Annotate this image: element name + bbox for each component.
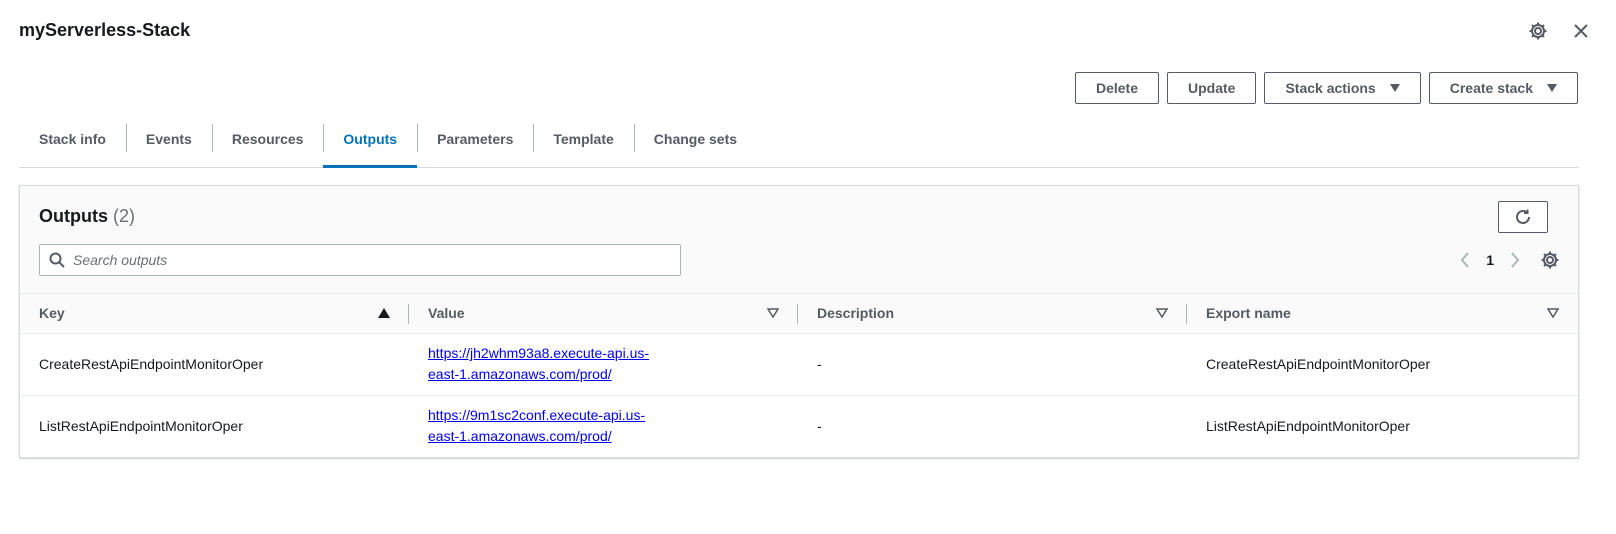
tab-resources[interactable]: Resources [211,120,324,167]
output-key: ListRestApiEndpointMonitorOper [39,418,243,435]
tab-change-sets[interactable]: Change sets [633,120,757,167]
table-row: ListRestApiEndpointMonitorOper https://9… [20,395,1578,457]
column-label: Value [428,305,465,322]
sort-icon [767,308,779,319]
sort-ascending-icon [378,308,390,319]
outputs-count: (2) [113,206,136,226]
column-header-key[interactable]: Key [20,294,409,334]
sort-icon [1156,308,1168,319]
tab-label: Change sets [653,130,738,147]
pagination: 1 [1460,246,1560,274]
tab-stack-info[interactable]: Stack info [19,120,126,167]
tab-label: Outputs [343,130,398,147]
page-title: myServerless-Stack [19,20,191,40]
search-icon [49,252,65,268]
tab-label: Resources [231,130,304,147]
tab-label: Parameters [437,130,514,147]
stack-tabs: Stack info Events Resources Outputs Para… [19,120,1579,168]
tab-outputs[interactable]: Outputs [323,120,417,168]
output-value-cell: https://jh2whm93a8.execute-api.us-east-1… [409,333,798,396]
search-field [39,244,681,276]
create-stack-label: Create stack [1449,80,1533,96]
gear-icon[interactable] [1540,250,1560,270]
outputs-title-text: Outputs [39,206,108,226]
column-label: Export name [1206,305,1291,322]
outputs-table: Key Value Description Export name Create… [20,294,1578,457]
refresh-icon [1516,209,1530,224]
column-header-value[interactable]: Value [409,294,798,334]
output-description: - [817,418,822,435]
outputs-panel: Outputs (2) 1 Key [19,185,1579,458]
tab-label: Stack info [39,130,106,147]
output-export-name: ListRestApiEndpointMonitorOper [1206,418,1410,435]
column-header-export-name[interactable]: Export name [1187,294,1578,334]
tab-label: Template [553,130,614,147]
tab-parameters[interactable]: Parameters [417,120,533,167]
caret-down-icon [1547,84,1557,92]
gear-icon[interactable] [1527,20,1549,42]
output-key: CreateRestApiEndpointMonitorOper [20,333,409,396]
delete-button[interactable]: Delete [1074,72,1159,104]
tab-template[interactable]: Template [533,120,633,167]
output-value-cell: https://9m1sc2conf.execute-api.us-east-1… [409,395,798,457]
update-button[interactable]: Update [1167,72,1257,104]
outputs-title: Outputs (2) [39,206,135,227]
search-input[interactable] [73,252,673,268]
column-header-description[interactable]: Description [798,294,1187,334]
column-label: Key [39,305,65,322]
refresh-button[interactable] [1498,201,1548,233]
table-header-row: Key Value Description Export name [20,294,1578,334]
stack-actions-dropdown[interactable]: Stack actions [1264,72,1421,104]
column-label: Description [817,305,895,322]
output-export-name: CreateRestApiEndpointMonitorOper [1187,333,1578,396]
page-number[interactable]: 1 [1486,252,1494,268]
tab-label: Events [145,130,192,147]
output-value-link[interactable]: https://jh2whm93a8.execute-api.us-east-1… [428,343,668,385]
chevron-left-icon[interactable] [1460,252,1470,268]
output-value-link[interactable]: https://9m1sc2conf.execute-api.us-east-1… [428,405,668,447]
close-icon[interactable] [1570,20,1592,42]
update-button-label: Update [1188,80,1236,96]
delete-button-label: Delete [1095,80,1138,96]
caret-down-icon [1389,84,1400,92]
create-stack-dropdown[interactable]: Create stack [1428,72,1578,104]
chevron-right-icon[interactable] [1510,252,1520,268]
tab-events[interactable]: Events [125,120,212,167]
stack-actions-toolbar: Delete Update Stack actions Create stack [1074,72,1578,104]
stack-actions-label: Stack actions [1285,80,1376,96]
sort-icon [1547,308,1559,319]
outputs-panel-header: Outputs (2) 1 [20,186,1578,294]
table-row: CreateRestApiEndpointMonitorOper https:/… [20,333,1578,396]
output-description: - [798,333,1187,396]
